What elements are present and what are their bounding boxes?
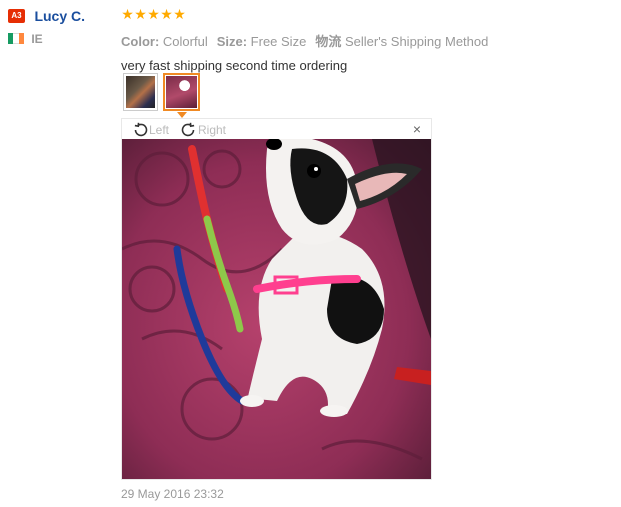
- reviewer-country: IE: [8, 31, 113, 46]
- rotate-left-label: Left: [149, 122, 170, 137]
- reviewer-header: A3 Lucy C.: [8, 7, 113, 25]
- rotate-right-icon: [181, 122, 195, 136]
- review-text: very fast shipping second time ordering: [121, 58, 348, 73]
- attribute-key: Color:: [121, 34, 160, 49]
- star-icon: ★: [121, 6, 134, 22]
- attribute-value: Free Size: [250, 34, 307, 49]
- viewer-toolbar: Left Right ×: [122, 119, 431, 139]
- reviewer-name[interactable]: Lucy C.: [34, 8, 85, 24]
- review-timestamp: 29 May 2016 23:32: [121, 487, 224, 501]
- buyer-level-badge: A3: [8, 8, 25, 23]
- rotate-left-button[interactable]: Left: [131, 120, 169, 138]
- star-icon: ★: [173, 6, 186, 22]
- review-photo-dog-with-leash: [122, 139, 431, 479]
- review-content: ★★★★★ Color: Colorful Size: Free Size 物流 S…: [121, 6, 601, 73]
- star-icon: ★: [147, 6, 160, 22]
- order-attribute: 物流 Seller's Shipping Method: [315, 31, 488, 50]
- close-icon[interactable]: ×: [413, 122, 421, 136]
- rotate-left-icon: [134, 122, 148, 136]
- ireland-flag-icon: [8, 33, 24, 45]
- thumbnail-image: [166, 76, 197, 108]
- rotate-right-button[interactable]: Right: [180, 120, 226, 138]
- order-attribute: Size: Free Size: [217, 34, 307, 49]
- order-attribute: Color: Colorful: [121, 34, 208, 49]
- star-icon: ★: [134, 6, 147, 22]
- reviewer-info: A3 Lucy C. IE: [8, 7, 113, 46]
- photo-thumbnail-1[interactable]: [123, 73, 158, 111]
- photo-viewer: Left Right ×: [121, 118, 432, 480]
- attribute-key: 物流: [315, 34, 342, 49]
- attribute-key: Size:: [216, 34, 248, 49]
- rotate-right-label: Right: [198, 122, 227, 137]
- country-code: IE: [31, 31, 43, 46]
- photo-thumbnail-2-selected[interactable]: [163, 73, 200, 111]
- thumbnail-image: [126, 76, 155, 108]
- star-icon: ★: [160, 6, 173, 22]
- order-attributes: Color: Colorful Size: Free Size 物流 Seller'…: [121, 31, 601, 50]
- attribute-value: Seller's Shipping Method: [344, 34, 489, 49]
- star-rating: ★★★★★: [121, 6, 601, 23]
- attribute-value: Colorful: [162, 34, 208, 49]
